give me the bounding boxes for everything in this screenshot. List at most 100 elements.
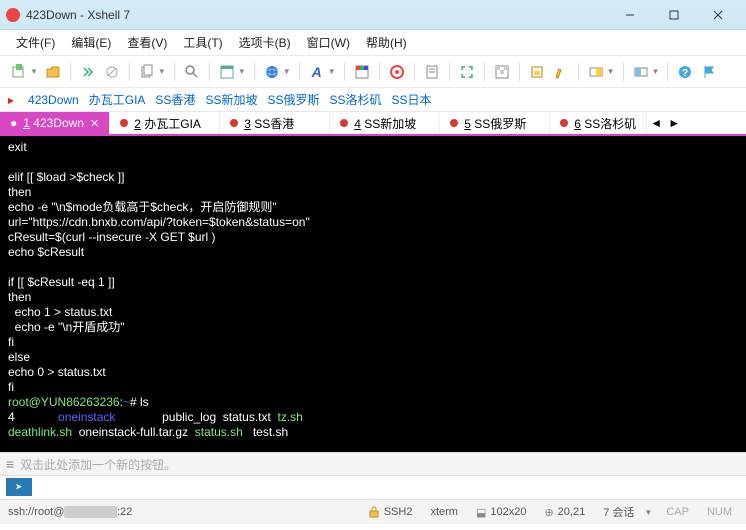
command-input-bar[interactable]: ➤ xyxy=(0,476,746,500)
bookmark-item[interactable]: SS新加坡 xyxy=(205,91,257,108)
toggle2-icon[interactable] xyxy=(630,61,652,83)
tab-close-icon[interactable]: ✕ xyxy=(90,117,99,130)
maximize-button[interactable] xyxy=(652,1,696,29)
terminal-line: then xyxy=(8,290,31,304)
disconnect-icon[interactable] xyxy=(101,61,123,83)
menu-tab[interactable]: 选项卡(B) xyxy=(231,30,299,55)
menu-view[interactable]: 查看(V) xyxy=(119,30,175,55)
tab-scroll-right[interactable]: ► xyxy=(665,112,683,134)
lock-icon xyxy=(368,506,380,518)
connection-string: ssh://root@xxx:22 xyxy=(8,506,132,518)
terminal-line: echo 1 > status.txt xyxy=(8,305,112,319)
menu-edit[interactable]: 编辑(E) xyxy=(63,30,119,55)
fullscreen-icon[interactable] xyxy=(456,61,478,83)
tab-status-dot: ● xyxy=(10,116,17,130)
num-indicator: NUM xyxy=(701,506,738,518)
dropdown-icon[interactable]: ▼ xyxy=(607,67,615,76)
terminal-line: fi xyxy=(8,335,14,349)
app-icon xyxy=(6,8,20,22)
terminal-line: elif [[ $load >$check ]] xyxy=(8,170,124,184)
terminal-line: fi xyxy=(8,380,14,394)
minimize-button[interactable] xyxy=(608,1,652,29)
terminal-output[interactable]: exit elif [[ $load >$check ]] then echo … xyxy=(0,136,746,452)
open-icon[interactable] xyxy=(42,61,64,83)
tab-status-dot xyxy=(120,119,128,127)
properties-icon[interactable] xyxy=(216,61,238,83)
bookmark-item[interactable]: SS洛杉矶 xyxy=(329,91,381,108)
bookmark-item[interactable]: 办瓦工GIA xyxy=(89,91,146,108)
tab-status-dot xyxy=(230,119,238,127)
flag-icon[interactable] xyxy=(698,61,720,83)
menu-file[interactable]: 文件(F) xyxy=(8,30,63,55)
tab-item[interactable]: 2 办瓦工GIA xyxy=(110,112,220,134)
menu-tools[interactable]: 工具(T) xyxy=(175,30,230,55)
script-icon[interactable] xyxy=(421,61,443,83)
search-icon[interactable] xyxy=(181,61,203,83)
transparent-icon[interactable] xyxy=(491,61,513,83)
dropdown-icon[interactable]: ▼ xyxy=(158,67,166,76)
tab-item[interactable]: 6 SS洛杉矶 xyxy=(550,112,647,134)
xagent-icon[interactable] xyxy=(386,61,408,83)
ssh-info: SSH2 xyxy=(362,506,419,518)
bookmark-item[interactable]: SS日本 xyxy=(391,91,431,108)
tab-label: SS香港 xyxy=(254,117,294,131)
bookmark-item[interactable]: SS俄罗斯 xyxy=(267,91,319,108)
tab-label: SS洛杉矶 xyxy=(584,117,636,131)
compose-hint: 双击此处添加一个新的按钮。 xyxy=(20,456,176,473)
terminal-line: exit xyxy=(8,140,27,154)
tab-number: 3 xyxy=(244,117,251,131)
session-tabs: ● 1 423Down ✕ 2 办瓦工GIA 3 SS香港 4 SS新加坡 5 … xyxy=(0,112,746,136)
menu-window[interactable]: 窗口(W) xyxy=(299,30,358,55)
new-session-icon[interactable] xyxy=(8,61,30,83)
tab-number: 2 xyxy=(134,117,141,131)
bookmark-star-icon[interactable]: ▸ xyxy=(8,93,14,107)
dropdown-icon[interactable]: ▼ xyxy=(644,508,652,517)
menu-bar: 文件(F) 编辑(E) 查看(V) 工具(T) 选项卡(B) 窗口(W) 帮助(… xyxy=(0,30,746,56)
help-icon[interactable]: ? xyxy=(674,61,696,83)
globe-icon[interactable] xyxy=(261,61,283,83)
tab-label: SS俄罗斯 xyxy=(474,117,526,131)
bookmark-bar: ▸ 423Down 办瓦工GIA SS香港 SS新加坡 SS俄罗斯 SS洛杉矶 … xyxy=(0,88,746,112)
status-bar: ssh://root@xxx:22 SSH2 xterm ⬓ 102x20 ⊕ … xyxy=(0,500,746,524)
compose-bar[interactable]: ≡ 双击此处添加一个新的按钮。 xyxy=(0,452,746,476)
session-count: 7 会话 xyxy=(597,504,640,520)
prompt-indicator: ➤ xyxy=(6,478,32,496)
dropdown-icon[interactable]: ▼ xyxy=(283,67,291,76)
hamburger-icon[interactable]: ≡ xyxy=(6,456,14,472)
tab-label: 办瓦工GIA xyxy=(144,117,201,131)
bookmark-item[interactable]: SS香港 xyxy=(155,91,195,108)
svg-text:?: ? xyxy=(682,68,688,79)
tab-label: SS新加坡 xyxy=(364,117,416,131)
highlight-icon[interactable] xyxy=(550,61,572,83)
tab-status-dot xyxy=(340,119,348,127)
tab-scroll-left[interactable]: ◄ xyxy=(647,112,665,134)
tab-active[interactable]: ● 1 423Down ✕ xyxy=(0,112,110,134)
window-controls xyxy=(608,1,740,29)
dropdown-icon[interactable]: ▼ xyxy=(30,67,38,76)
tab-number: 1 xyxy=(23,116,30,130)
copy-icon[interactable] xyxy=(136,61,158,83)
terminal-line: if [[ $cResult -eq 1 ]] xyxy=(8,275,115,289)
terminal-line: 4 oneinstack public_log status.txt tz.sh xyxy=(8,410,303,424)
caps-indicator: CAP xyxy=(660,506,695,518)
close-button[interactable] xyxy=(696,1,740,29)
lock-toolbar-icon[interactable] xyxy=(526,61,548,83)
color-icon[interactable] xyxy=(351,61,373,83)
bookmark-item[interactable]: 423Down xyxy=(28,93,79,107)
menu-help[interactable]: 帮助(H) xyxy=(358,30,415,55)
window-title: 423Down - Xshell 7 xyxy=(26,8,130,22)
tab-label: 423Down xyxy=(33,116,84,130)
dropdown-icon[interactable]: ▼ xyxy=(652,67,660,76)
dropdown-icon[interactable]: ▼ xyxy=(238,67,246,76)
tab-item[interactable]: 4 SS新加坡 xyxy=(330,112,440,134)
title-bar: 423Down - Xshell 7 xyxy=(0,0,746,30)
dropdown-icon[interactable]: ▼ xyxy=(328,67,336,76)
tab-item[interactable]: 5 SS俄罗斯 xyxy=(440,112,550,134)
terminal-line: else xyxy=(8,350,30,364)
tab-item[interactable]: 3 SS香港 xyxy=(220,112,330,134)
toolbar: ▼ ▼ ▼ ▼ A ▼ ▼ ▼ ? xyxy=(0,56,746,88)
font-icon[interactable]: A xyxy=(306,61,328,83)
cursor-pos: ⊕ 20,21 xyxy=(538,506,591,519)
reconnect-icon[interactable] xyxy=(77,61,99,83)
toggle1-icon[interactable] xyxy=(585,61,607,83)
